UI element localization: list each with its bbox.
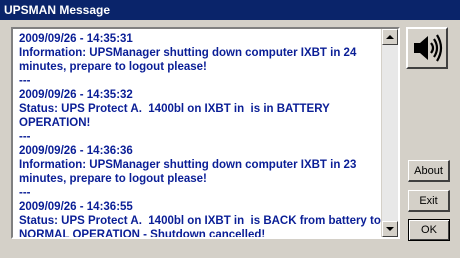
scroll-down-button[interactable]: [382, 221, 398, 237]
about-button[interactable]: About: [408, 160, 450, 182]
title-bar: UPSMAN Message: [0, 0, 460, 20]
speaker-icon: [414, 34, 443, 62]
message-log-text: 2009/09/26 - 14:35:31 Information: UPSMa…: [19, 33, 381, 239]
ok-button[interactable]: OK: [408, 219, 450, 241]
exit-button[interactable]: Exit: [408, 190, 450, 212]
scroll-up-button[interactable]: [382, 29, 398, 45]
vertical-scrollbar[interactable]: [381, 29, 398, 237]
arrow-up-icon: [386, 35, 394, 39]
upsman-message-window: UPSMAN Message 2009/09/26 - 14:35:31 Inf…: [0, 0, 460, 258]
arrow-down-icon: [386, 227, 394, 231]
message-log[interactable]: 2009/09/26 - 14:35:31 Information: UPSMa…: [11, 27, 400, 239]
speaker-button[interactable]: [406, 27, 448, 69]
